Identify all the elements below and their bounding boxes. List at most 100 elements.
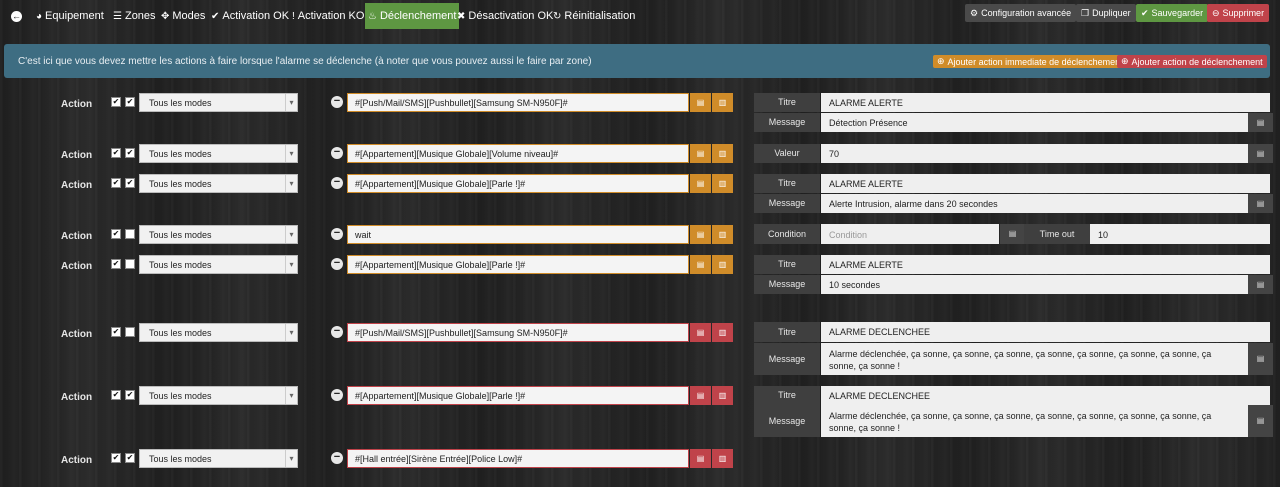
mode-select[interactable]: Tous les modes ▾ — [139, 255, 298, 274]
message-input[interactable]: Alerte Intrusion, alarme dans 20 seconde… — [821, 194, 1248, 213]
tab-desactivation-ok[interactable]: ✖ Désactivation OK — [457, 3, 553, 29]
title-input[interactable]: ALARME ALERTE — [821, 93, 1270, 112]
enable-checkbox[interactable]: ✔ — [111, 453, 121, 463]
message-input[interactable]: Alarme déclenchée, ça sonne, ça sonne, ç… — [821, 343, 1248, 375]
background-checkbox[interactable]: ✔ — [125, 178, 135, 188]
remove-action-icon[interactable]: − — [331, 96, 343, 108]
list-icon[interactable]: ▤ — [1248, 113, 1273, 132]
arrow-left-icon: ← — [11, 10, 22, 22]
mode-select[interactable]: Tous les modes ▾ — [139, 144, 298, 163]
condition-input[interactable]: Condition — [821, 224, 999, 244]
command-value: #[Appartement][Musique Globale][Parle !]… — [355, 179, 526, 189]
minus-circle-icon: ⊖ — [1212, 7, 1220, 18]
select-action-button[interactable]: ▥ — [712, 449, 733, 468]
background-checkbox[interactable]: ✔ — [125, 97, 135, 107]
command-input[interactable]: #[Appartement][Musique Globale][Volume n… — [347, 144, 689, 163]
mode-select[interactable]: Tous les modes ▾ — [139, 93, 298, 112]
remove-action-icon[interactable]: − — [331, 326, 343, 338]
tab-declenchement[interactable]: ♨ Déclenchement — [365, 3, 460, 29]
config-avancee-button[interactable]: ⚙ Configuration avancée — [965, 4, 1077, 22]
enable-checkbox[interactable]: ✔ — [111, 259, 121, 269]
select-action-button[interactable]: ▥ — [712, 323, 733, 342]
background-checkbox[interactable] — [125, 327, 135, 337]
select-command-button[interactable]: ▤ — [690, 93, 711, 112]
arrows-icon: ✥ — [161, 10, 170, 22]
remove-action-icon[interactable]: − — [331, 228, 343, 240]
mode-select[interactable]: Tous les modes ▾ — [139, 225, 298, 244]
list-icon[interactable]: ▤ — [1248, 343, 1273, 375]
enable-checkbox[interactable]: ✔ — [111, 148, 121, 158]
command-input[interactable]: #[Appartement][Musique Globale][Parle !]… — [347, 386, 689, 405]
select-action-button[interactable]: ▥ — [712, 93, 733, 112]
select-command-button[interactable]: ▤ — [690, 449, 711, 468]
mode-select[interactable]: Tous les modes ▾ — [139, 323, 298, 342]
command-value: #[Appartement][Musique Globale][Parle !]… — [355, 391, 526, 401]
tab-zones[interactable]: ☰ Zones — [113, 3, 156, 29]
select-command-button[interactable]: ▤ — [690, 225, 711, 244]
enable-checkbox[interactable]: ✔ — [111, 327, 121, 337]
remove-action-icon[interactable]: − — [331, 452, 343, 464]
add-action-button[interactable]: ⊕ Ajouter action de déclenchement — [1117, 55, 1267, 68]
title-input[interactable]: ALARME DECLENCHEE — [821, 322, 1270, 342]
select-command-button[interactable]: ▤ — [690, 144, 711, 163]
background-checkbox[interactable]: ✔ — [125, 390, 135, 400]
list-icon[interactable]: ▤ — [1248, 194, 1273, 213]
message-input[interactable]: Détection Présence — [821, 113, 1248, 132]
list-icon[interactable]: ▤ — [1248, 144, 1273, 163]
timeout-input[interactable]: 10 — [1090, 224, 1270, 244]
back-button[interactable]: ← — [11, 3, 22, 29]
command-input[interactable]: #[Push/Mail/SMS][Pushbullet][Samsung SM-… — [347, 323, 689, 342]
command-input[interactable]: #[Appartement][Musique Globale][Parle !]… — [347, 255, 689, 274]
mode-select[interactable]: Tous les modes ▾ — [139, 449, 298, 468]
command-input[interactable]: wait — [347, 225, 689, 244]
select-action-button[interactable]: ▥ — [712, 144, 733, 163]
title-input[interactable]: ALARME ALERTE — [821, 255, 1270, 274]
command-input[interactable]: #[Appartement][Musique Globale][Parle !]… — [347, 174, 689, 193]
mode-select[interactable]: Tous les modes ▾ — [139, 386, 298, 405]
mode-select[interactable]: Tous les modes ▾ — [139, 174, 298, 193]
enable-checkbox[interactable]: ✔ — [111, 390, 121, 400]
remove-action-icon[interactable]: − — [331, 258, 343, 270]
select-action-button[interactable]: ▥ — [712, 255, 733, 274]
value-input[interactable]: 70 — [821, 144, 1248, 163]
message-input[interactable]: 10 secondes — [821, 275, 1248, 294]
timeout-value: 10 — [1098, 230, 1109, 240]
select-action-button[interactable]: ▥ — [712, 386, 733, 405]
list-icon[interactable]: ▤ — [1248, 405, 1273, 437]
tab-activation-ko[interactable]: ! Activation KO — [292, 3, 364, 29]
background-checkbox[interactable] — [125, 229, 135, 239]
list-icon[interactable]: ▤ — [1248, 275, 1273, 294]
title-input[interactable]: ALARME DECLENCHEE — [821, 386, 1270, 405]
list-icon[interactable]: ▤ — [1000, 224, 1025, 244]
remove-action-icon[interactable]: − — [331, 389, 343, 401]
command-input[interactable]: #[Push/Mail/SMS][Pushbullet][Samsung SM-… — [347, 93, 689, 112]
select-command-button[interactable]: ▤ — [690, 174, 711, 193]
remove-action-icon[interactable]: − — [331, 177, 343, 189]
message-input[interactable]: Alarme déclenchée, ça sonne, ça sonne, ç… — [821, 405, 1248, 437]
background-checkbox[interactable] — [125, 259, 135, 269]
command-input[interactable]: #[Hall entrée][Sirène Entrée][Police Low… — [347, 449, 689, 468]
tab-equipement[interactable]: ◕ Equipement — [36, 3, 104, 29]
select-command-button[interactable]: ▤ — [690, 323, 711, 342]
tab-reinitialisation[interactable]: ↻ Réinitialisation — [553, 3, 635, 29]
select-command-button[interactable]: ▤ — [690, 386, 711, 405]
info-banner: C'est ici que vous devez mettre les acti… — [4, 44, 1270, 78]
enable-checkbox[interactable]: ✔ — [111, 229, 121, 239]
enable-checkbox[interactable]: ✔ — [111, 97, 121, 107]
select-action-button[interactable]: ▥ — [712, 174, 733, 193]
background-checkbox[interactable]: ✔ — [125, 453, 135, 463]
title-label: Titre — [754, 386, 820, 405]
cogs-icon: ⚙ — [970, 7, 979, 18]
delete-button[interactable]: ⊖ Supprimer — [1207, 4, 1270, 22]
save-button[interactable]: ✔ Sauvegarder — [1136, 4, 1209, 22]
tab-activation-ok[interactable]: ✔ Activation OK — [211, 3, 289, 29]
duplicate-button[interactable]: ❐ Dupliquer — [1076, 4, 1136, 22]
add-immediate-action-button[interactable]: ⊕ Ajouter action immediate de déclencheme… — [933, 55, 1127, 68]
remove-action-icon[interactable]: − — [331, 147, 343, 159]
title-input[interactable]: ALARME ALERTE — [821, 174, 1270, 193]
select-command-button[interactable]: ▤ — [690, 255, 711, 274]
background-checkbox[interactable]: ✔ — [125, 148, 135, 158]
tab-modes[interactable]: ✥ Modes — [161, 3, 205, 29]
select-action-button[interactable]: ▥ — [712, 225, 733, 244]
enable-checkbox[interactable]: ✔ — [111, 178, 121, 188]
